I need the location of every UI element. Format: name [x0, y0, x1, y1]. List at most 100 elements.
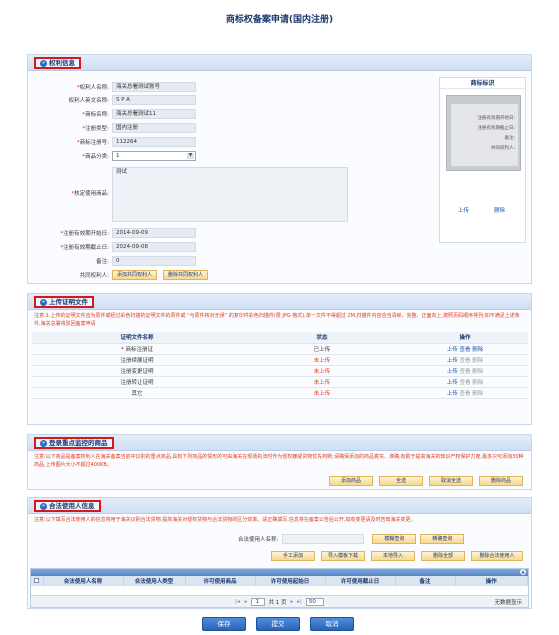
grid-col-name[interactable]: 合法使用人名称	[43, 576, 124, 586]
next-page-icon[interactable]: ▸	[291, 599, 294, 605]
co-owner-row: 共同权利人: 添加共同权利人 删除共同权利人	[32, 269, 209, 280]
exact-search-button[interactable]: 精确查询	[420, 534, 465, 544]
rights-panel: » 权利信息 *权利人名称: 海关总署测试账号 权利人英文名称: S P A *商…	[27, 54, 532, 284]
upload-link[interactable]: 上传	[447, 369, 458, 375]
section-bullet-icon: »	[40, 59, 47, 67]
delete-co-owner-button[interactable]: 删除共同权利人	[163, 269, 209, 280]
chevron-down-icon: ▼	[187, 152, 194, 159]
licensee-toolbar: 手工添加 导入模板下载 本地导入 删除全部 删除合法使用人	[271, 551, 523, 561]
monitor-panel: » 登录重点监控的商品 注意:以下商品是备案权利人在海关备案当前中识别的重点商品,…	[27, 434, 532, 490]
rights-section-title: » 权利信息	[34, 57, 81, 69]
mark-delete-link[interactable]: 删除	[494, 206, 505, 214]
proof-section-title: » 上传证明文件	[34, 296, 94, 308]
table-row: 注册转让证明 未上传 上传 查看 删除	[32, 376, 528, 388]
proof-file-ops: 上传 查看 删除	[402, 376, 528, 388]
table-row: * 商标注册证 已上传 上传 查看 删除	[32, 343, 528, 355]
add-goods-button[interactable]: 添加商品	[329, 476, 373, 486]
monitor-panel-header: » 登录重点监控的商品	[28, 435, 531, 451]
mark-box-line1: 注册有效期开始日:	[477, 116, 515, 121]
class-select-value: 1	[116, 152, 120, 159]
mark-name-label: 商标名称:	[85, 111, 109, 118]
owner-en-row: 权利人英文名称: S P A	[32, 94, 196, 105]
add-co-owner-button[interactable]: 添加共同权利人	[112, 269, 158, 280]
grid-col-remark: 备注	[395, 576, 456, 586]
class-select[interactable]: 1 ▼	[112, 150, 196, 161]
grid-collapse-icon[interactable]: ▲	[520, 569, 526, 575]
first-page-icon[interactable]: |◂	[235, 599, 240, 605]
reg-type-label: 注册类型:	[85, 125, 109, 132]
end-date-row: *注册有效期截止日: 2024-09-08	[32, 241, 196, 252]
delete-licensee-button[interactable]: 删除合法使用人	[471, 551, 523, 561]
grid-col-end: 许可使用截止日	[325, 576, 396, 586]
select-all-checkbox[interactable]	[34, 577, 40, 583]
submit-button[interactable]: 提交	[256, 617, 300, 631]
page-size-select[interactable]: 50	[305, 597, 324, 606]
cancel-button[interactable]: 取消	[310, 617, 354, 631]
reg-no-row: *商标注册号: 112264	[32, 136, 196, 147]
page-title: 商标权备案申请(国内注册)	[225, 15, 334, 25]
template-download-button[interactable]: 导入模板下载	[321, 551, 365, 561]
proof-col-ops: 操作	[402, 332, 528, 344]
fuzzy-search-button[interactable]: 模糊查询	[372, 534, 417, 544]
class-label: 商品分类:	[85, 153, 109, 160]
upload-link[interactable]: 上传	[447, 358, 458, 364]
grid-col-ops: 操作	[455, 576, 528, 586]
manual-add-button[interactable]: 手工添加	[271, 551, 315, 561]
page: 商标权备案申请(国内注册) » 权利信息 *权利人名称: 海关总署测试账号 权利人…	[0, 0, 559, 635]
end-date-label: 注册有效期截止日:	[63, 244, 109, 251]
proof-table-header: 证明文件名称 状态 操作	[32, 332, 528, 344]
licensee-section-title: » 合法使用人信息	[34, 500, 101, 512]
delete-link: 删除	[472, 368, 484, 375]
view-link: 查看	[459, 368, 471, 375]
proof-file-status: 未上传	[242, 354, 402, 366]
proof-file-name: 注册续展证明	[32, 354, 242, 366]
owner-name-row: *权利人名称: 海关总署测试账号	[32, 81, 196, 92]
delete-link[interactable]: 删除	[472, 347, 483, 353]
mark-upload-link[interactable]: 上传	[458, 206, 469, 214]
save-button[interactable]: 保存	[202, 617, 246, 631]
grid-empty-text: 无数据显示	[494, 599, 522, 606]
remark-row: 备注: 0	[32, 255, 196, 266]
last-page-icon[interactable]: ▸|	[297, 599, 302, 605]
deselect-all-button[interactable]: 取消全选	[429, 476, 473, 486]
goods-row: *核定使用商品: 测试	[32, 167, 348, 222]
delete-goods-button[interactable]: 删除商品	[479, 476, 523, 486]
start-date-field: 2014-09-09	[112, 227, 196, 238]
delete-all-button[interactable]: 删除全部	[421, 551, 465, 561]
licensee-search-row: 合法使用人名称: 模糊查询 精确查询	[238, 534, 465, 544]
upload-link[interactable]: 上传	[447, 391, 458, 397]
licensee-panel: » 合法使用人信息 注意:以下填写合法使用人的信息将用于海关识别合法货物,提高海关…	[27, 497, 532, 609]
view-link: 查看	[459, 379, 471, 386]
proof-title-text: 上传证明文件	[49, 298, 88, 306]
reg-no-field: 112264	[112, 136, 196, 147]
class-row: *商品分类: 1 ▼	[32, 150, 196, 161]
page-number-input[interactable]: 1	[250, 597, 265, 606]
proof-file-name: * 商标注册证	[32, 343, 242, 355]
proof-file-status: 未上传	[242, 376, 402, 388]
section-bullet-icon: »	[40, 298, 47, 306]
view-link: 查看	[459, 357, 471, 364]
proof-file-ops: 上传 查看 删除	[402, 387, 528, 399]
reg-type-field: 国内注册	[112, 122, 196, 133]
licensee-title-text: 合法使用人信息	[49, 502, 95, 510]
end-date-field: 2024-09-08	[112, 241, 196, 252]
grid-col-type: 合法使用人类型	[123, 576, 186, 586]
upload-link[interactable]: 上传	[447, 347, 458, 353]
select-all-button[interactable]: 全选	[379, 476, 423, 486]
owner-name-field: 海关总署测试账号	[112, 81, 196, 92]
view-link[interactable]: 查看	[459, 347, 470, 353]
proof-file-ops: 上传 查看 删除	[402, 354, 528, 366]
upload-link[interactable]: 上传	[447, 380, 458, 386]
proof-note: 注意:1.上传的证明文件应为原件或经过彩色扫描的证明文件的原件或 “与原件核对无…	[34, 313, 520, 327]
rights-panel-header: » 权利信息	[28, 55, 531, 71]
reg-type-row: *注册类型: 国内注册	[32, 122, 196, 133]
start-date-label: 注册有效期开始日:	[63, 230, 109, 237]
goods-textarea[interactable]: 测试	[112, 167, 348, 222]
local-import-button[interactable]: 本地导入	[371, 551, 415, 561]
licensee-search-input[interactable]	[282, 534, 365, 544]
prev-page-icon[interactable]: ◂	[244, 599, 247, 605]
view-link: 查看	[459, 390, 471, 397]
proof-file-name: 注册转让证明	[32, 376, 242, 388]
co-owner-label: 共同权利人:	[79, 272, 109, 279]
proof-col-name: 证明文件名称	[32, 332, 242, 344]
